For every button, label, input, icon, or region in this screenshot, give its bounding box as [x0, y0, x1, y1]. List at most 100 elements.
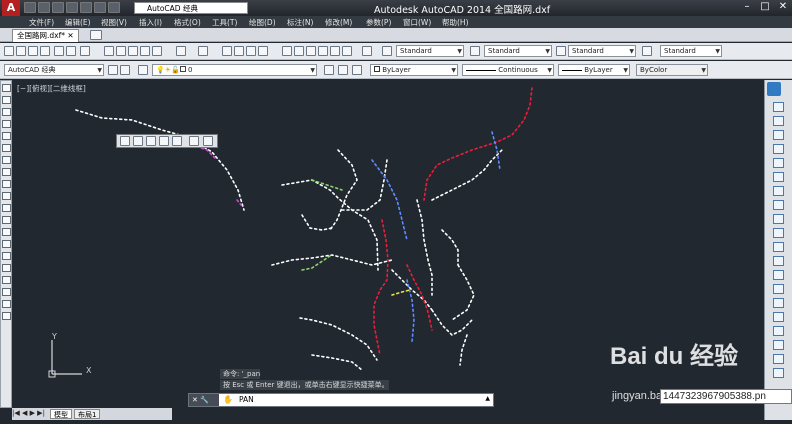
help-icon[interactable] — [362, 46, 372, 56]
new-tab-icon[interactable] — [90, 30, 102, 40]
layer-previous-icon[interactable] — [338, 65, 348, 75]
block-editor-icon[interactable] — [152, 46, 162, 56]
ellipse-arc-icon[interactable] — [2, 204, 11, 212]
menu-format[interactable]: 格式(O) — [174, 17, 201, 28]
application-menu-button[interactable]: A — [2, 0, 20, 16]
tab-layout1[interactable]: 布局1 — [74, 409, 101, 419]
zoom-realtime-icon[interactable] — [234, 46, 244, 56]
wrench-icon[interactable]: 🔧 — [200, 396, 209, 404]
new-icon[interactable] — [24, 2, 36, 13]
redo-icon[interactable] — [108, 2, 120, 13]
join-icon[interactable] — [773, 270, 784, 280]
copy-icon[interactable] — [116, 46, 126, 56]
zoom-object-icon[interactable] — [172, 136, 182, 146]
text-style-icon[interactable] — [382, 46, 392, 56]
break-icon[interactable] — [773, 256, 784, 266]
rotate-icon[interactable] — [773, 186, 784, 196]
text-style-dropdown[interactable]: Standard ▼ — [396, 45, 464, 57]
close-icon[interactable]: ✕ — [774, 0, 792, 14]
zoom-extents-icon[interactable] — [203, 136, 213, 146]
array-icon[interactable] — [773, 158, 784, 168]
spline-icon[interactable] — [2, 180, 11, 188]
multileader-style-dropdown[interactable]: Standard ▼ — [660, 45, 722, 57]
zoom-window-icon[interactable] — [120, 136, 130, 146]
menu-help[interactable]: 帮助(H) — [442, 17, 469, 28]
hatch-icon[interactable] — [2, 252, 11, 260]
linetype-dropdown[interactable]: Continuous ▼ — [462, 64, 554, 76]
plotstyle-dropdown[interactable]: ByColor ▼ — [636, 64, 708, 76]
tool-palettes-icon[interactable] — [306, 46, 316, 56]
chevron-up-icon[interactable]: ▲ — [485, 395, 490, 402]
workspace-switch-icon[interactable] — [120, 65, 130, 75]
save-icon[interactable] — [28, 46, 38, 56]
3d-print-icon[interactable] — [80, 46, 90, 56]
dim-style-icon[interactable] — [470, 46, 480, 56]
table-style-icon[interactable] — [556, 46, 566, 56]
menu-draw[interactable]: 绘图(D) — [249, 17, 276, 28]
publish-icon[interactable] — [66, 46, 76, 56]
open-icon[interactable] — [38, 2, 50, 13]
command-line[interactable]: ✕ 🔧 ✋ PAN ▲ — [188, 393, 494, 407]
multileader-style-icon[interactable] — [642, 46, 652, 56]
erase-icon[interactable] — [773, 102, 784, 112]
layer-dropdown[interactable]: 💡☀🔓 0 ▼ — [152, 64, 317, 76]
point-icon[interactable] — [2, 240, 11, 248]
move-icon[interactable] — [773, 172, 784, 182]
plot-icon[interactable] — [80, 2, 92, 13]
zoom-center-icon[interactable] — [159, 136, 169, 146]
zoom-all-icon[interactable] — [189, 136, 199, 146]
explode-icon[interactable] — [773, 312, 784, 322]
save-icon[interactable] — [52, 2, 64, 13]
construction-line-icon[interactable] — [2, 96, 11, 104]
open-icon[interactable] — [16, 46, 26, 56]
workspace-dropdown[interactable]: AutoCAD 经典 — [134, 2, 248, 14]
menu-tools[interactable]: 工具(T) — [212, 17, 237, 28]
layer-properties-icon[interactable] — [138, 65, 148, 75]
redo-icon[interactable] — [198, 46, 208, 56]
undo-icon[interactable] — [176, 46, 186, 56]
tab-model[interactable]: 模型 — [50, 409, 72, 419]
properties-icon[interactable] — [282, 46, 292, 56]
navigation-bar-icon[interactable] — [767, 82, 781, 96]
color-dropdown[interactable]: ByLayer ▼ — [370, 64, 458, 76]
extend-icon[interactable] — [773, 242, 784, 252]
minimize-icon[interactable]: – — [738, 0, 756, 14]
dim-style-dropdown[interactable]: Standard ▼ — [484, 45, 552, 57]
polygon-icon[interactable] — [2, 120, 11, 128]
fillet-icon[interactable] — [773, 298, 784, 308]
zoom-previous-icon[interactable] — [258, 46, 268, 56]
file-tab[interactable]: 全国路网.dxf* ✕ — [12, 29, 79, 42]
mirror-icon[interactable] — [773, 130, 784, 140]
ellipse-icon[interactable] — [2, 192, 11, 200]
workspace-combo[interactable]: AutoCAD 经典 ▼ — [4, 64, 104, 76]
close-icon[interactable]: ✕ — [192, 396, 198, 404]
save-as-icon[interactable] — [66, 2, 78, 13]
revcloud-icon[interactable] — [2, 168, 11, 176]
design-center-icon[interactable] — [294, 46, 304, 56]
gradient-icon[interactable] — [2, 264, 11, 272]
workspace-settings-icon[interactable] — [108, 65, 118, 75]
offset-icon[interactable] — [773, 144, 784, 154]
menu-edit[interactable]: 编辑(E) — [65, 17, 91, 28]
preview-icon[interactable] — [54, 46, 64, 56]
menu-file[interactable]: 文件(F) — [29, 17, 54, 28]
add-selected-icon[interactable] — [2, 312, 11, 320]
menu-dimension[interactable]: 标注(N) — [287, 17, 313, 28]
menu-modify[interactable]: 修改(M) — [325, 17, 352, 28]
copy-object-icon[interactable] — [773, 116, 784, 126]
rectangle-icon[interactable] — [2, 132, 11, 140]
cut-icon[interactable] — [104, 46, 114, 56]
trim-icon[interactable] — [773, 228, 784, 238]
viewport-controls[interactable]: [−][俯视][二维线框] — [17, 83, 86, 94]
zoom-window-icon[interactable] — [246, 46, 256, 56]
layer-state-icon[interactable] — [352, 65, 362, 75]
make-block-icon[interactable] — [2, 228, 11, 236]
sheet-set-icon[interactable] — [318, 46, 328, 56]
region-icon[interactable] — [2, 276, 11, 284]
scale-icon[interactable] — [773, 200, 784, 210]
paste-icon[interactable] — [128, 46, 138, 56]
markup-icon[interactable] — [330, 46, 340, 56]
maximize-icon[interactable]: □ — [756, 0, 774, 14]
menu-view[interactable]: 视图(V) — [101, 17, 127, 28]
circle-icon[interactable] — [2, 156, 11, 164]
